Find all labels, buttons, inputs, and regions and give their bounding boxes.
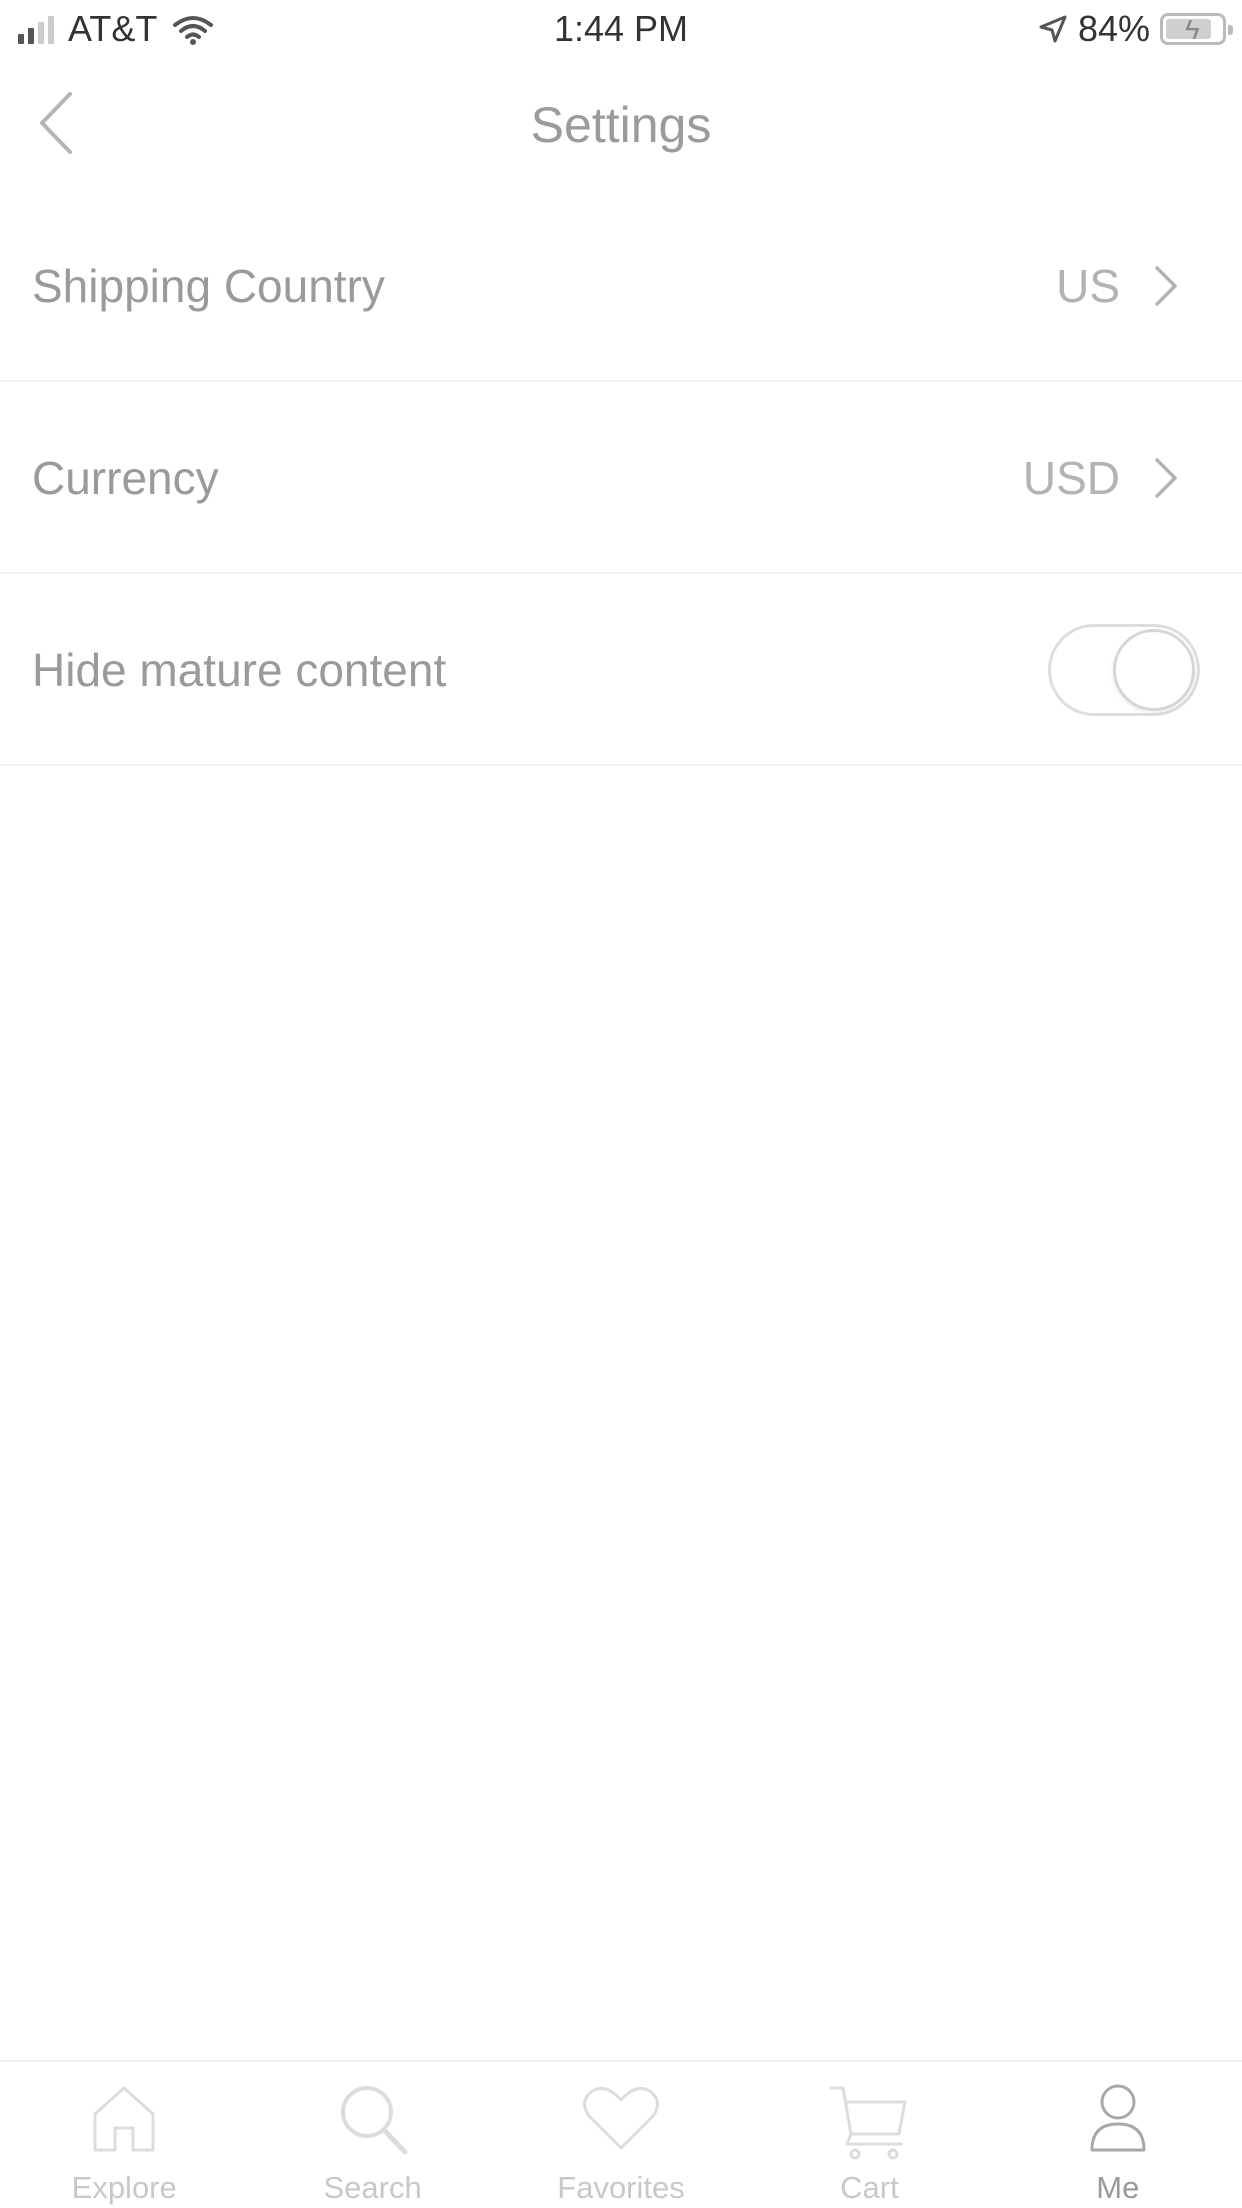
tab-explore-label: Explore [71, 2170, 177, 2205]
hide-mature-content-row: Hide mature content [0, 574, 1242, 766]
chevron-right-icon [1155, 458, 1177, 498]
status-right: 84% ϟ [1038, 8, 1233, 50]
chevron-right-icon [1155, 266, 1177, 306]
status-bar: AT&T 1:44 PM 84% ϟ [0, 0, 1242, 60]
tab-me[interactable]: Me [994, 2062, 1242, 2208]
hide-mature-content-label: Hide mature content [32, 644, 447, 696]
toggle-knob [1113, 629, 1195, 711]
person-icon [1090, 2084, 1146, 2152]
tab-explore[interactable]: Explore [0, 2062, 248, 2208]
cart-icon [829, 2086, 907, 2160]
tab-search-label: Search [323, 2170, 422, 2205]
tab-cart[interactable]: Cart [745, 2062, 993, 2208]
nav-bar: Settings [0, 60, 1242, 190]
currency-label: Currency [32, 452, 219, 504]
search-icon [340, 2086, 408, 2155]
location-arrow-icon [1039, 15, 1067, 43]
tab-favorites[interactable]: Favorites [497, 2062, 745, 2208]
currency-row[interactable]: Currency USD [0, 382, 1242, 574]
heart-icon [583, 2086, 660, 2150]
settings-screen: AT&T 1:44 PM 84% ϟ Settings Shipping Cou… [0, 0, 1242, 2208]
tab-bar: Explore Search Favorites Cart Me [0, 2060, 1242, 2208]
hide-mature-content-toggle[interactable] [1048, 624, 1200, 716]
currency-value: USD [1022, 452, 1120, 504]
tab-search[interactable]: Search [248, 2062, 496, 2208]
shipping-country-value: US [1056, 260, 1120, 312]
shipping-country-label: Shipping Country [32, 260, 385, 312]
tab-favorites-label: Favorites [557, 2170, 685, 2205]
shipping-country-row[interactable]: Shipping Country US [0, 190, 1242, 382]
battery-icon: ϟ [1160, 13, 1233, 45]
home-icon [93, 2086, 155, 2152]
settings-list: Shipping Country US Currency USD Hide ma… [0, 190, 1242, 766]
page-title: Settings [530, 97, 712, 153]
tab-cart-label: Cart [840, 2170, 899, 2205]
battery-percent: 84% [1077, 8, 1150, 49]
battery-nub [1228, 25, 1233, 35]
tab-me-label: Me [1096, 2170, 1140, 2205]
charging-bolt-icon: ϟ [1185, 14, 1200, 45]
